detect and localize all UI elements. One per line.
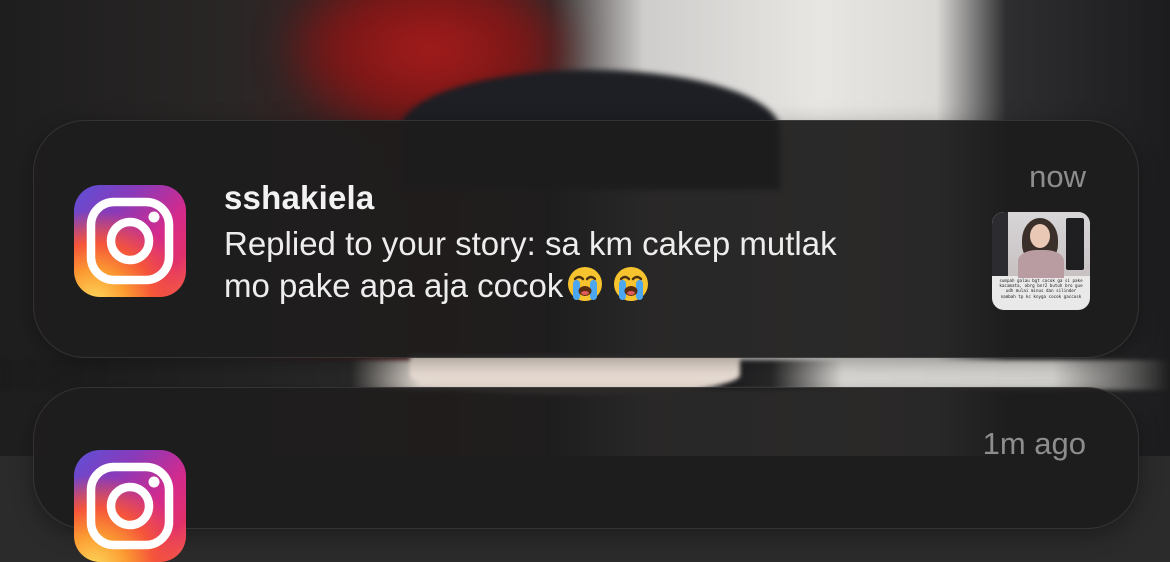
message-line-2-wrapper: mo pake apa aja cocok <box>224 265 984 307</box>
message-line-2: mo pake apa aja cocok <box>224 267 564 304</box>
thumbnail-face <box>1030 224 1050 248</box>
thumbnail-body <box>1018 250 1064 278</box>
notification-card-secondary[interactable]: 1m ago <box>33 387 1139 562</box>
notification-username: sshakiela <box>224 179 375 216</box>
message-line-1: Replied to your story: sa km cakep mutla… <box>224 225 837 262</box>
loudly-crying-face-icon <box>614 267 649 301</box>
notification-message: Replied to your story: sa km cakep mutla… <box>224 223 984 307</box>
story-thumbnail[interactable]: sumpah galau bgt cocok ga si pake kacama… <box>992 212 1090 310</box>
thumbnail-phone <box>1066 218 1084 270</box>
instagram-icon <box>74 185 186 297</box>
notification-timestamp: 1m ago <box>982 426 1086 461</box>
notification-card[interactable]: sshakiela Replied to your story: sa km c… <box>33 120 1139 358</box>
thumbnail-caption: sumpah galau bgt cocok ga si pake kacama… <box>999 278 1083 299</box>
notification-timestamp: now <box>1029 159 1086 194</box>
thumbnail-mirror-left <box>992 212 1008 276</box>
loudly-crying-face-icon <box>568 267 603 301</box>
instagram-icon <box>74 450 186 562</box>
